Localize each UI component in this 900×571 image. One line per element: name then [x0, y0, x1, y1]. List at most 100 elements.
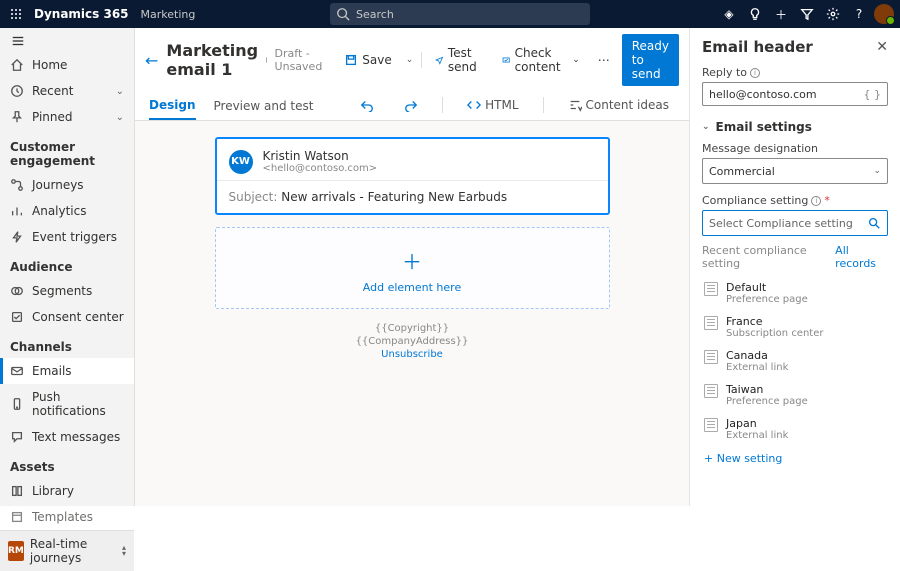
tab-preview[interactable]: Preview and test [214, 91, 314, 119]
global-search[interactable]: Search [330, 3, 590, 25]
html-button[interactable]: HTML [461, 94, 524, 116]
compliance-lookup[interactable]: Select Compliance setting [702, 210, 888, 236]
left-sidebar: Home Recent ⌄ Pinned ⌄ Customer engageme… [0, 28, 135, 506]
record-icon [704, 282, 718, 296]
redo-button[interactable] [398, 94, 424, 116]
emails-icon [10, 364, 24, 378]
record-icon [704, 350, 718, 364]
option-subtitle: Preference page [726, 294, 808, 305]
save-button[interactable]: Save [338, 49, 397, 71]
ideas-label: Content ideas [586, 98, 669, 112]
library-icon [10, 484, 24, 498]
record-icon [704, 418, 718, 432]
hamburger-icon[interactable] [6, 34, 30, 48]
info-icon[interactable]: i [811, 196, 821, 206]
filter-icon[interactable] [796, 3, 818, 25]
compliance-option[interactable]: FranceSubscription center [702, 310, 888, 344]
nav-push[interactable]: Push notifications [0, 384, 134, 424]
nav-segments[interactable]: Segments [0, 278, 134, 304]
nav-recent[interactable]: Recent ⌄ [0, 78, 134, 104]
compliance-dropdown: Recent compliance setting All records De… [702, 242, 888, 471]
check-content-button[interactable]: Check content⌄ [496, 42, 585, 78]
email-canvas: KW Kristin Watson <hello@contoso.com> Su… [135, 121, 689, 506]
section-audience: Audience [0, 250, 134, 278]
add-element-label: Add element here [363, 281, 461, 294]
nav-library-label: Library [32, 484, 74, 498]
app-topbar: Dynamics 365 Marketing Search ◈ ＋ ? [0, 0, 900, 28]
panel-title: Email header [702, 38, 813, 56]
compliance-option[interactable]: DefaultPreference page [702, 276, 888, 310]
subject-row[interactable]: Subject: New arrivals - Featuring New Ea… [217, 180, 608, 213]
new-setting-link[interactable]: + New setting [702, 446, 888, 471]
sender-email: <hello@contoso.com> [263, 163, 378, 174]
section-assets: Assets [0, 450, 134, 478]
page-title: Marketing email 1 [166, 41, 258, 79]
pin-icon [10, 110, 24, 124]
email-settings-header[interactable]: ⌄Email settings [702, 120, 888, 134]
nav-analytics-label: Analytics [32, 204, 87, 218]
email-card[interactable]: KW Kristin Watson <hello@contoso.com> Su… [215, 137, 610, 215]
compliance-option[interactable]: TaiwanPreference page [702, 378, 888, 412]
nav-library[interactable]: Library [0, 478, 134, 504]
area-switcher[interactable]: RM Real-time journeys ▴▾ [0, 531, 134, 571]
nav-triggers[interactable]: Event triggers [0, 224, 134, 250]
nav-emails-label: Emails [32, 364, 72, 378]
area-badge: RM [8, 541, 24, 561]
nav-consent-label: Consent center [32, 310, 124, 324]
option-title: Japan [726, 417, 788, 430]
nav-text-label: Text messages [32, 430, 120, 444]
footer-copyright: {{Copyright}} [375, 323, 449, 334]
compliance-option[interactable]: JapanExternal link [702, 412, 888, 446]
add-element-dropzone[interactable]: ＋ Add element here [215, 227, 610, 309]
ready-to-send-button[interactable]: Ready to send [622, 34, 679, 86]
nav-consent[interactable]: Consent center [0, 304, 134, 330]
back-button[interactable]: ← [145, 51, 158, 70]
nav-push-label: Push notifications [32, 390, 124, 418]
help-icon[interactable]: ? [848, 3, 870, 25]
gear-icon[interactable] [822, 3, 844, 25]
app-name: Dynamics 365 [34, 7, 129, 21]
email-footer: {{Copyright}} {{CompanyAddress}} Unsubsc… [215, 323, 610, 360]
chevron-down-icon: ⌄ [873, 166, 881, 176]
nav-home[interactable]: Home [0, 52, 134, 78]
tab-design[interactable]: Design [149, 90, 196, 120]
unsubscribe-link[interactable]: Unsubscribe [381, 349, 443, 360]
info-icon[interactable]: i [750, 68, 760, 78]
close-icon[interactable]: ✕ [876, 39, 888, 55]
waffle-icon[interactable] [6, 4, 26, 24]
all-records-link[interactable]: All records [835, 244, 888, 270]
nav-pinned[interactable]: Pinned ⌄ [0, 104, 134, 130]
personalize-icon[interactable]: { } [864, 88, 882, 101]
subject-value: New arrivals - Featuring New Earbuds [281, 190, 507, 204]
compliance-placeholder: Select Compliance setting [709, 217, 853, 230]
nav-recent-label: Recent [32, 84, 73, 98]
option-title: Default [726, 281, 808, 294]
section-channels: Channels [0, 330, 134, 358]
search-icon [867, 216, 881, 230]
compliance-option[interactable]: CanadaExternal link [702, 344, 888, 378]
reply-to-input[interactable]: hello@contoso.com { } [702, 82, 888, 106]
designation-select[interactable]: Commercial ⌄ [702, 158, 888, 184]
nav-pinned-label: Pinned [32, 110, 73, 124]
user-avatar[interactable] [874, 4, 894, 24]
overflow-button[interactable]: ⋯ [594, 53, 614, 67]
add-icon[interactable]: ＋ [770, 3, 792, 25]
assistant-icon[interactable]: ◈ [718, 3, 740, 25]
email-settings-label: Email settings [716, 120, 812, 134]
consent-icon [10, 310, 24, 324]
nav-analytics[interactable]: Analytics [0, 198, 134, 224]
test-send-button[interactable]: Test send [429, 42, 488, 78]
save-chevron[interactable]: ⌄ [406, 55, 414, 65]
push-icon [10, 397, 24, 411]
nav-journeys[interactable]: Journeys [0, 172, 134, 198]
triggers-icon [10, 230, 24, 244]
nav-home-label: Home [32, 58, 67, 72]
nav-emails[interactable]: Emails [0, 358, 134, 384]
properties-panel: Email header ✕ Reply toi hello@contoso.c… [690, 28, 900, 506]
nav-templates[interactable]: Templates [0, 504, 134, 530]
nav-text[interactable]: Text messages [0, 424, 134, 450]
content-ideas-button[interactable]: Content ideas [562, 94, 675, 116]
templates-icon [10, 510, 24, 524]
undo-button[interactable] [354, 94, 380, 116]
lightbulb-icon[interactable] [744, 3, 766, 25]
